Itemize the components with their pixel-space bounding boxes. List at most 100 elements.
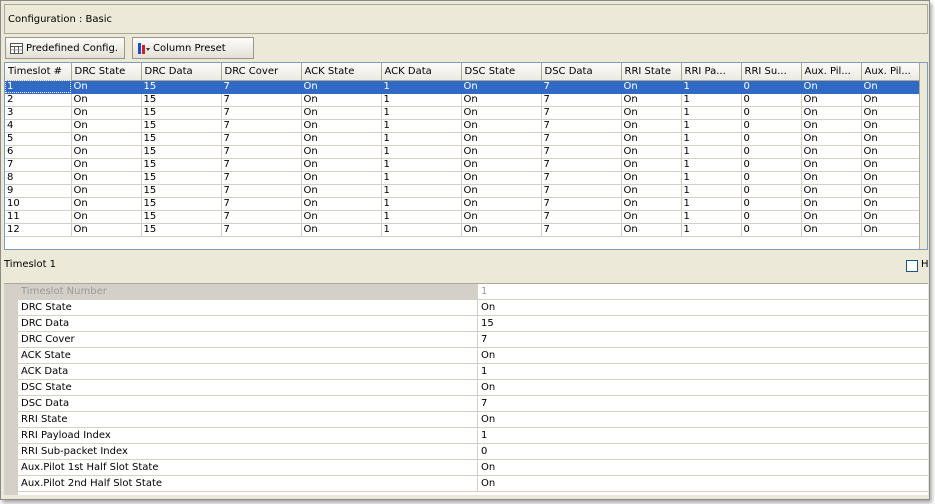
table-row[interactable]: 7 On 15 7 On 1 On 7 On 1 0 On On (5, 158, 922, 172)
property-row[interactable]: ACK State On (18, 348, 928, 364)
table-cell: 10 (5, 197, 72, 211)
column-header[interactable]: ACK State (301, 63, 382, 81)
table-cell: 1 (681, 197, 742, 211)
column-header[interactable]: Timeslot # (5, 63, 72, 81)
table-row[interactable]: 9 On 15 7 On 1 On 7 On 1 0 On On (5, 184, 922, 198)
table-cell: 11 (5, 210, 72, 224)
property-name: DRC Data (21, 318, 70, 329)
table-cell: 1 (381, 93, 462, 107)
table-cell: On (861, 210, 922, 224)
table-cell: On (461, 132, 542, 146)
table-cell: 1 (5, 80, 72, 94)
column-header[interactable]: DRC State (71, 63, 142, 81)
property-name: ACK Data (21, 366, 69, 377)
table-cell: On (301, 119, 382, 133)
table-cell: On (301, 132, 382, 146)
table-cell: 7 (541, 223, 622, 237)
table-cell: On (861, 119, 922, 133)
table-cell: 7 (221, 210, 302, 224)
table-row[interactable]: 3 On 15 7 On 1 On 7 On 1 0 On On (5, 106, 922, 120)
column-header[interactable]: Aux. Pil... (861, 63, 922, 81)
table-row[interactable]: 12 On 15 7 On 1 On 7 On 1 0 On On (5, 223, 922, 237)
column-header[interactable]: RRI State (621, 63, 682, 81)
column-header[interactable]: Aux. Pil... (801, 63, 862, 81)
table-cell: On (301, 106, 382, 120)
table-cell: On (71, 158, 142, 172)
table-row[interactable]: 1 On 15 7 On 1 On 7 On 1 0 On On (5, 80, 922, 94)
property-value[interactable]: 7 (477, 396, 928, 411)
table-row[interactable]: 10 On 15 7 On 1 On 7 On 1 0 On On (5, 197, 922, 211)
property-value[interactable]: 1 (477, 364, 928, 379)
column-header[interactable]: ACK Data (381, 63, 462, 81)
table-cell: 1 (381, 80, 462, 94)
table-cell: 7 (541, 93, 622, 107)
property-row[interactable]: Timeslot Number 1 (18, 284, 928, 300)
column-header[interactable]: DSC Data (541, 63, 622, 81)
table-row[interactable]: 8 On 15 7 On 1 On 7 On 1 0 On On (5, 171, 922, 185)
table-cell: 7 (541, 145, 622, 159)
column-header[interactable]: DRC Cover (221, 63, 302, 81)
table-cell: On (71, 119, 142, 133)
property-value[interactable]: On (477, 412, 928, 427)
property-name: RRI Sub-packet Index (21, 446, 128, 457)
predefined-config-button[interactable]: Predefined Config. (5, 37, 125, 59)
table-cell: 7 (5, 158, 72, 172)
column-preset-button[interactable]: Column Preset (132, 37, 254, 59)
table-cell: 15 (141, 223, 222, 237)
table-cell: 15 (141, 197, 222, 211)
property-value[interactable]: 0 (477, 444, 928, 459)
property-value[interactable]: 7 (477, 332, 928, 347)
property-value[interactable]: On (477, 460, 928, 475)
table-row[interactable]: 11 On 15 7 On 1 On 7 On 1 0 On On (5, 210, 922, 224)
property-value[interactable]: On (477, 476, 928, 491)
table-row[interactable]: 6 On 15 7 On 1 On 7 On 1 0 On On (5, 145, 922, 159)
property-row[interactable]: ACK Data 1 (18, 364, 928, 380)
detail-checkbox[interactable] (906, 260, 918, 272)
table-row[interactable]: 4 On 15 7 On 1 On 7 On 1 0 On On (5, 119, 922, 133)
table-cell: On (71, 197, 142, 211)
table-cell: 7 (221, 93, 302, 107)
property-row[interactable]: RRI Payload Index 1 (18, 428, 928, 444)
property-row[interactable]: Aux.Pilot 1st Half Slot State On (18, 460, 928, 476)
property-row[interactable]: RRI Sub-packet Index 0 (18, 444, 928, 460)
table-cell: 7 (221, 158, 302, 172)
table-cell: On (461, 106, 542, 120)
property-value[interactable]: 15 (477, 316, 928, 331)
table-cell: 0 (741, 80, 802, 94)
column-header[interactable]: RRI Su... (741, 63, 802, 81)
property-row[interactable]: DRC Cover 7 (18, 332, 928, 348)
table-cell: 1 (681, 223, 742, 237)
property-value[interactable]: On (477, 300, 928, 315)
property-row[interactable]: DSC State On (18, 380, 928, 396)
detail-title: Timeslot 1 (4, 259, 57, 270)
table-cell: 0 (741, 210, 802, 224)
table-cell: 7 (221, 184, 302, 198)
property-row[interactable]: Aux.Pilot 2nd Half Slot State On (18, 476, 928, 492)
timeslot-grid[interactable]: Timeslot # DRC State DRC Data DRC Cover ACK … (4, 62, 928, 250)
property-value[interactable]: On (477, 380, 928, 395)
table-cell: On (461, 80, 542, 94)
property-value[interactable]: 1 (477, 428, 928, 443)
toolbar: Predefined Config. Column Preset (4, 36, 928, 60)
column-header[interactable]: DSC State (461, 63, 542, 81)
table-row[interactable]: 2 On 15 7 On 1 On 7 On 1 0 On On (5, 93, 922, 107)
table-cell: 7 (221, 106, 302, 120)
table-row[interactable]: 5 On 15 7 On 1 On 7 On 1 0 On On (5, 132, 922, 146)
table-cell: On (461, 171, 542, 185)
table-cell: 0 (741, 93, 802, 107)
table-cell: On (861, 171, 922, 185)
column-header[interactable]: RRI Pa... (681, 63, 742, 81)
table-cell: 15 (141, 145, 222, 159)
configuration-bar: Configuration : Basic (4, 4, 928, 34)
property-row[interactable]: RRI State On (18, 412, 928, 428)
table-cell: 12 (5, 223, 72, 237)
property-grid[interactable]: Timeslot Number 1 DRC State On DRC Data 15 DRC… (4, 283, 928, 495)
property-row[interactable]: DRC Data 15 (18, 316, 928, 332)
property-row[interactable]: DRC State On (18, 300, 928, 316)
property-value[interactable]: On (477, 348, 928, 363)
column-header[interactable]: DRC Data (141, 63, 222, 81)
table-cell: On (461, 158, 542, 172)
table-cell: 1 (381, 184, 462, 198)
table-cell: On (801, 171, 862, 185)
property-row[interactable]: DSC Data 7 (18, 396, 928, 412)
